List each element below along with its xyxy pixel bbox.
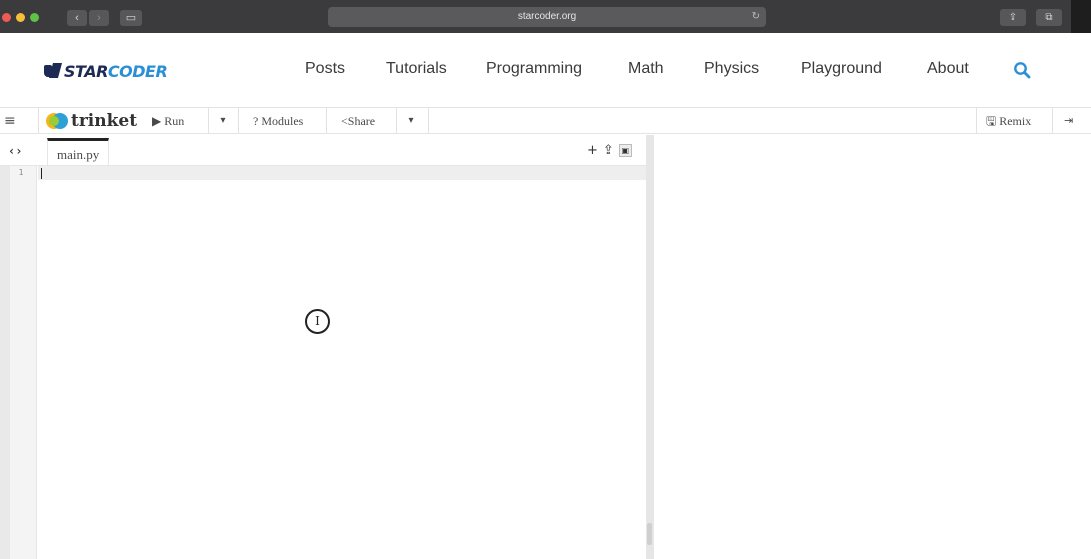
- pane-splitter[interactable]: [646, 135, 654, 559]
- text-cursor: [41, 168, 42, 179]
- browser-share-icon[interactable]: ⇪: [1000, 9, 1026, 26]
- add-file-icon[interactable]: +: [587, 143, 598, 158]
- forward-button[interactable]: ›: [89, 10, 109, 26]
- splitter-handle[interactable]: [647, 523, 652, 545]
- close-window-button[interactable]: [2, 13, 11, 22]
- code-editor[interactable]: [38, 180, 646, 559]
- reload-icon[interactable]: ↻: [752, 7, 760, 27]
- remix-button[interactable]: 🖫 Remix: [986, 108, 1031, 134]
- nav-programming[interactable]: Programming: [486, 60, 582, 80]
- back-button[interactable]: ‹: [67, 10, 87, 26]
- nav-posts[interactable]: Posts: [305, 60, 345, 80]
- zoom-window-button[interactable]: [30, 13, 39, 22]
- toggle-code-panel-icon[interactable]: ‹›: [8, 144, 22, 158]
- output-pane[interactable]: [654, 135, 1091, 559]
- nav-about[interactable]: About: [927, 60, 969, 80]
- nav-physics[interactable]: Physics: [704, 60, 759, 80]
- image-library-icon[interactable]: ▣: [618, 144, 632, 157]
- file-tab-main-py[interactable]: main.py: [47, 138, 110, 165]
- trinket-wordmark: trinket: [71, 111, 138, 131]
- site-header: STAR CODER Posts Tutorials Programming M…: [0, 33, 1091, 107]
- nav-math[interactable]: Math: [628, 60, 664, 80]
- logo-text-coder: CODER: [107, 61, 168, 81]
- share-button[interactable]: <Share: [341, 108, 375, 134]
- nav-playground[interactable]: Playground: [801, 60, 882, 80]
- ibeam-cursor-icon: I: [305, 309, 330, 334]
- minimize-window-button[interactable]: [16, 13, 25, 22]
- toolbar-divider: [238, 108, 239, 134]
- run-options-chevron-down-icon[interactable]: ▾: [216, 108, 230, 134]
- left-edge-strip: [0, 135, 10, 559]
- logo-mark-icon: [44, 63, 62, 79]
- toolbar-divider: [38, 108, 39, 134]
- menu-icon[interactable]: ≡: [4, 108, 18, 134]
- toolbar-divider: [326, 108, 327, 134]
- exit-icon[interactable]: ⇥: [1064, 108, 1073, 134]
- file-tabs-bar: ‹› main.py + ⇪ ▣: [0, 135, 648, 166]
- upload-file-icon[interactable]: ⇪: [603, 143, 614, 158]
- toolbar-divider: [208, 108, 209, 134]
- line-number-gutter: [10, 166, 37, 559]
- toolbar-divider: [396, 108, 397, 134]
- url-text: starcoder.org: [517, 11, 577, 22]
- logo-text-star: STAR: [64, 61, 108, 81]
- editor-workspace: ‹› main.py + ⇪ ▣ 1 I: [0, 135, 1091, 559]
- starcoder-logo[interactable]: STAR CODER: [44, 60, 168, 82]
- modules-button[interactable]: ? Modules: [253, 108, 303, 134]
- window-edge: [1071, 0, 1091, 33]
- address-bar[interactable]: starcoder.org ↻: [328, 7, 766, 27]
- toolbar-divider: [428, 108, 429, 134]
- file-actions: + ⇪ ▣: [587, 143, 632, 158]
- line-number: 1: [18, 168, 24, 177]
- active-line-highlight: [38, 166, 646, 180]
- browser-toolbar: ‹ › ▭ starcoder.org ↻ ⇪ ⧉: [0, 0, 1091, 33]
- sidebar-toggle-icon[interactable]: ▭: [120, 10, 142, 26]
- share-options-chevron-down-icon[interactable]: ▾: [404, 108, 418, 134]
- nav-tutorials[interactable]: Tutorials: [386, 60, 447, 80]
- tab-overview-icon[interactable]: ⧉: [1036, 9, 1062, 26]
- toolbar-divider: [1052, 108, 1053, 134]
- run-button[interactable]: ▶ Run: [152, 108, 184, 134]
- toolbar-divider: [976, 108, 977, 134]
- search-icon[interactable]: [1013, 61, 1031, 79]
- trinket-logo[interactable]: trinket: [46, 108, 137, 134]
- trinket-logo-icon: [46, 112, 68, 130]
- trinket-toolbar: ≡ trinket ▶ Run ▾ ? Modules <Share ▾ 🖫 R…: [0, 107, 1091, 134]
